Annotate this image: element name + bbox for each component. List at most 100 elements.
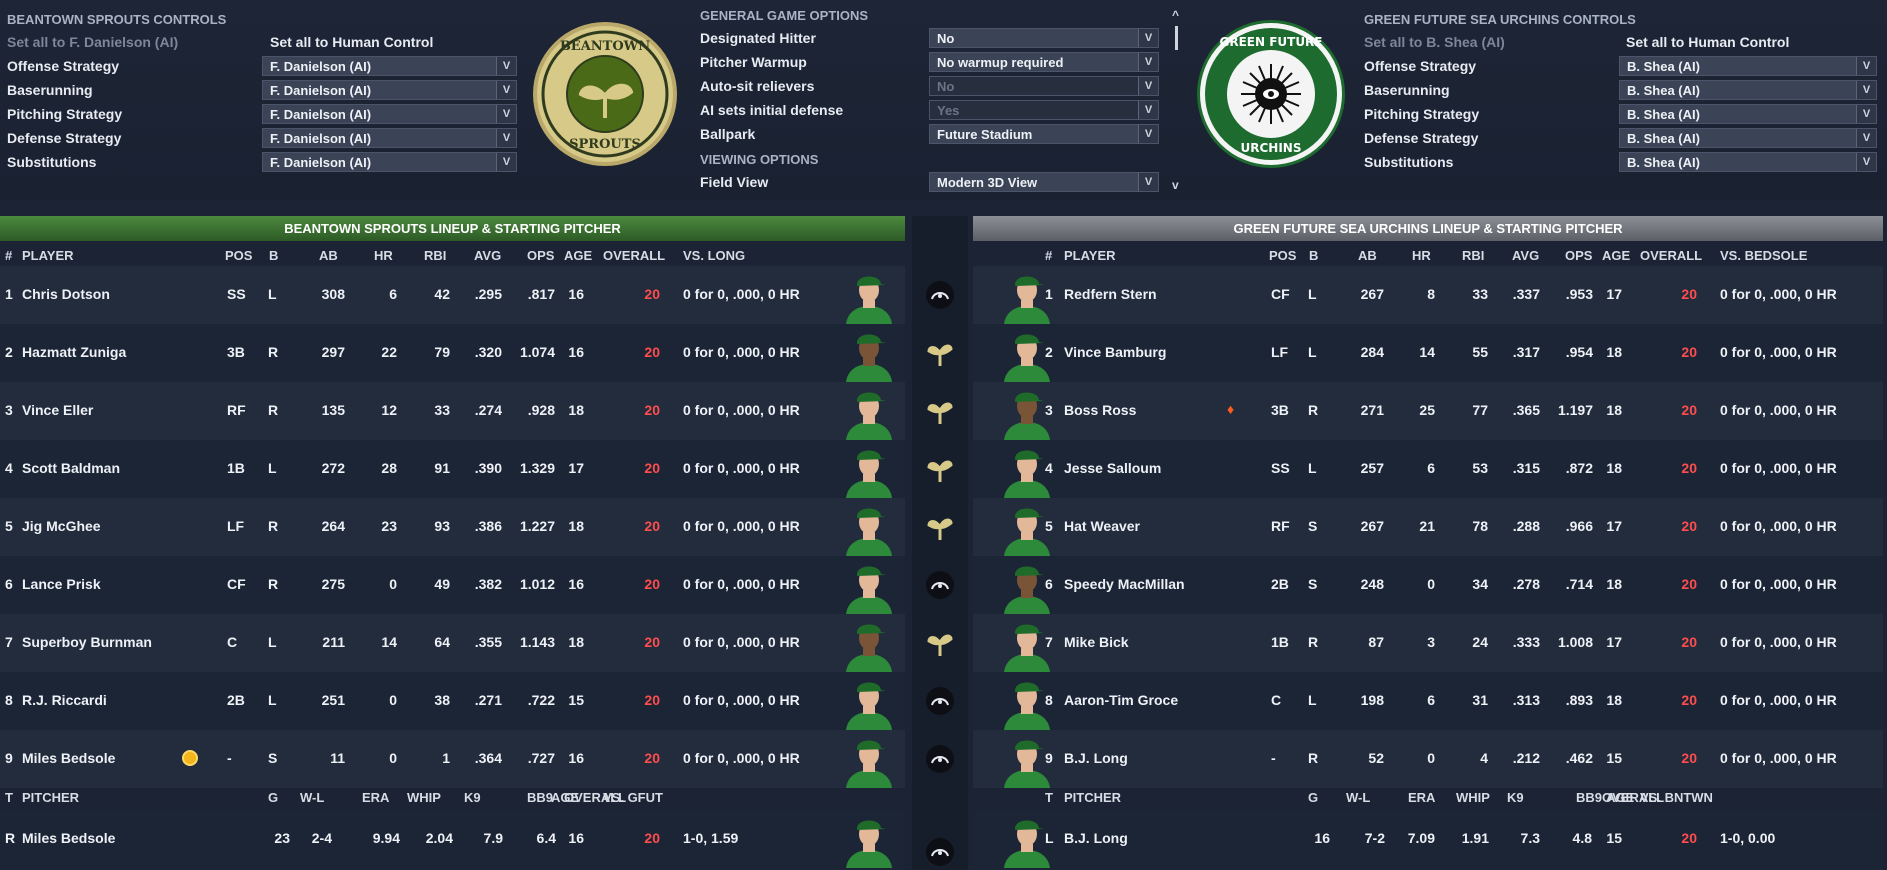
option-select[interactable]: No warmup required V	[929, 52, 1159, 72]
pitcher-whip: 2.04	[425, 830, 453, 846]
option-label: Auto-sit relievers	[700, 78, 815, 94]
cell-name[interactable]: Aaron-Tim Groce	[1064, 692, 1178, 708]
table-row[interactable]: 8 R.J. Riccardi 2B L 251 0 38 .271 .722 15 20 0 for…	[0, 672, 905, 730]
cell-name[interactable]: Lance Prisk	[22, 576, 101, 592]
control-value: B. Shea (AI)	[1627, 130, 1700, 146]
column-header[interactable]: RBI	[1462, 248, 1484, 263]
table-row[interactable]: 8 Aaron-Tim Groce C L 198 6 31.313.893 18 20 0 fo…	[973, 672, 1883, 730]
pitcher-column-header[interactable]: G	[1308, 790, 1318, 805]
pitcher-column-header[interactable]: T	[1045, 790, 1053, 805]
cell-name[interactable]: Hazmatt Zuniga	[22, 344, 126, 360]
column-header[interactable]: PLAYER	[1064, 248, 1116, 263]
cell-ovr: 20	[1681, 402, 1697, 418]
cell-avg: .315	[1512, 460, 1540, 476]
table-row[interactable]: 2 Vince Bamburg LF L 284 14 55.317.954 18 20 0 fo…	[973, 324, 1883, 382]
pitcher-name[interactable]: B.J. Long	[1064, 830, 1128, 846]
pitcher-name[interactable]: Miles Bedsole	[22, 830, 115, 846]
cell-name[interactable]: Chris Dotson	[22, 286, 110, 302]
cell-name[interactable]: Superboy Burnman	[22, 634, 152, 650]
cell-name[interactable]: Hat Weaver	[1064, 518, 1140, 534]
control-label: Substitutions	[1364, 154, 1454, 170]
cell-name[interactable]: Jesse Salloum	[1064, 460, 1161, 476]
cell-name[interactable]: Redfern Stern	[1064, 286, 1157, 302]
cell-ovr: 20	[644, 634, 660, 650]
player-portrait	[1004, 508, 1050, 556]
table-row[interactable]: 1 Redfern Stern CF L 267 8 33.337.953 17 20 0 for…	[973, 266, 1883, 324]
cell-name[interactable]: B.J. Long	[1064, 750, 1128, 766]
column-header[interactable]: AVG	[1512, 248, 1539, 263]
table-row[interactable]: 2 Hazmatt Zuniga 3B R 297 22 79 .320 1.074 16 20 0 …	[0, 324, 905, 382]
pitcher-column-header[interactable]: VS. BNTWN	[1640, 790, 1713, 805]
pitcher-column-header[interactable]: WHIP	[1456, 790, 1490, 805]
column-header[interactable]: AGE	[1602, 248, 1630, 263]
right-set-all-ai[interactable]: Set all to B. Shea (AI)	[1364, 32, 1505, 52]
table-row[interactable]: 6 Speedy MacMillan 2B S 248 0 34.278.714 18 20 0 …	[973, 556, 1883, 614]
cell-name[interactable]: Speedy MacMillan	[1064, 576, 1185, 592]
table-row[interactable]: 5 Hat Weaver RF S 267 21 78.288.966 17 20 0 for 0…	[973, 498, 1883, 556]
option-value: No	[937, 78, 955, 94]
left-set-all-human[interactable]: Set all to Human Control	[270, 32, 433, 52]
cell-n: 5	[5, 518, 13, 534]
cell-name[interactable]: Mike Bick	[1064, 634, 1129, 650]
cell-ovr: 20	[1681, 344, 1697, 360]
table-row[interactable]: 9 B.J. Long - R 52 0 4.212.462 15 20 0 for 0, .00…	[973, 730, 1883, 788]
control-select[interactable]: F. Danielson (AI) V	[262, 152, 517, 172]
table-row[interactable]: 1 Chris Dotson SS L 308 6 42 .295 .817 16 20 0 for …	[0, 266, 905, 324]
player-portrait	[846, 450, 892, 498]
option-select[interactable]: Future Stadium V	[929, 124, 1159, 144]
cell-name[interactable]: Vince Bamburg	[1064, 344, 1166, 360]
column-header[interactable]: POS	[1269, 248, 1296, 263]
cell-name[interactable]: Miles Bedsole	[22, 750, 115, 766]
right-set-all-human[interactable]: Set all to Human Control	[1626, 32, 1789, 52]
table-row[interactable]: 3 Vince Eller RF R 135 12 33 .274 .928 18 20 0 for …	[0, 382, 905, 440]
pitcher-column-header[interactable]: BB9	[1576, 790, 1602, 805]
pitcher-row[interactable]: L B.J. Long 16 7-2 7.09 1.91 7.3 4.8 15 20 1-0, 0.…	[973, 810, 1883, 870]
cell-name[interactable]: Vince Eller	[22, 402, 93, 418]
table-row[interactable]: 7 Mike Bick 1B R 87 3 24.333 1.008 17 20 0 for 0, …	[973, 614, 1883, 672]
cell-name[interactable]: Scott Baldman	[22, 460, 120, 476]
scroll-up-icon[interactable]: ^	[1172, 8, 1179, 22]
column-header[interactable]: HR	[1412, 248, 1431, 263]
cell-name[interactable]: Jig McGhee	[22, 518, 101, 534]
table-row[interactable]: 4 Scott Baldman 1B L 272 28 91 .390 1.329 17 20 0 f…	[0, 440, 905, 498]
field-view-select[interactable]: Modern 3D View V	[929, 172, 1159, 192]
cell-name[interactable]: Boss Ross	[1064, 402, 1136, 418]
cell-hr: 25	[1419, 402, 1435, 418]
column-header[interactable]: OPS	[1565, 248, 1592, 263]
control-select[interactable]: F. Danielson (AI) V	[262, 56, 517, 76]
column-header[interactable]: VS. BEDSOLE	[1720, 248, 1807, 263]
pitcher-column-header[interactable]: W-L	[1346, 790, 1370, 805]
pitcher-row[interactable]: R Miles Bedsole 23 2-4 9.94 2.04 7.9 6.4 16 20 1-0…	[0, 810, 905, 870]
control-select[interactable]: F. Danielson (AI) V	[262, 80, 517, 100]
table-row[interactable]: 3 Boss Ross 3B R 271 25 77.365 1.197 18 20 0 for 0…	[973, 382, 1883, 440]
cell-ops: 1.143	[519, 634, 555, 650]
control-select[interactable]: B. Shea (AI) V	[1619, 56, 1877, 76]
control-select[interactable]: B. Shea (AI) V	[1619, 128, 1877, 148]
table-row[interactable]: 6 Lance Prisk CF R 275 0 49 .382 1.012 16 20 0 for …	[0, 556, 905, 614]
column-header[interactable]: OVERALL	[1640, 248, 1702, 263]
table-row[interactable]: 9 Miles Bedsole - S 11 0 1 .364 .727 16 20 0 for 0,…	[0, 730, 905, 788]
control-select[interactable]: F. Danielson (AI) V	[262, 128, 517, 148]
cell-avg: .295	[474, 286, 502, 302]
column-header[interactable]: AB	[1358, 248, 1377, 263]
player-portrait	[846, 682, 892, 730]
cell-name[interactable]: R.J. Riccardi	[22, 692, 107, 708]
column-header[interactable]: B	[1309, 248, 1318, 263]
table-row[interactable]: 5 Jig McGhee LF R 264 23 93 .386 1.227 18 20 0 for …	[0, 498, 905, 556]
control-select[interactable]: B. Shea (AI) V	[1619, 80, 1877, 100]
options-scrollbar[interactable]: ^ v	[1170, 8, 1184, 192]
table-row[interactable]: 7 Superboy Burnman C L 211 14 64 .355 1.143 18 20 0…	[0, 614, 905, 672]
pitcher-column-header[interactable]: ERA	[1408, 790, 1435, 805]
control-select[interactable]: B. Shea (AI) V	[1619, 104, 1877, 124]
scroll-down-icon[interactable]: v	[1172, 178, 1179, 192]
control-select[interactable]: B. Shea (AI) V	[1619, 152, 1877, 172]
scroll-thumb[interactable]	[1175, 26, 1178, 50]
pitcher-column-header[interactable]: K9	[1507, 790, 1524, 805]
pitcher-column-header[interactable]: PITCHER	[1064, 790, 1121, 805]
left-set-all-ai[interactable]: Set all to F. Danielson (AI)	[7, 32, 178, 52]
option-select[interactable]: No V	[929, 28, 1159, 48]
column-header[interactable]: #	[1045, 248, 1052, 263]
control-select[interactable]: F. Danielson (AI) V	[262, 104, 517, 124]
cell-b: L	[1308, 692, 1317, 708]
table-row[interactable]: 4 Jesse Salloum SS L 257 6 53.315.872 18 20 0 for…	[973, 440, 1883, 498]
